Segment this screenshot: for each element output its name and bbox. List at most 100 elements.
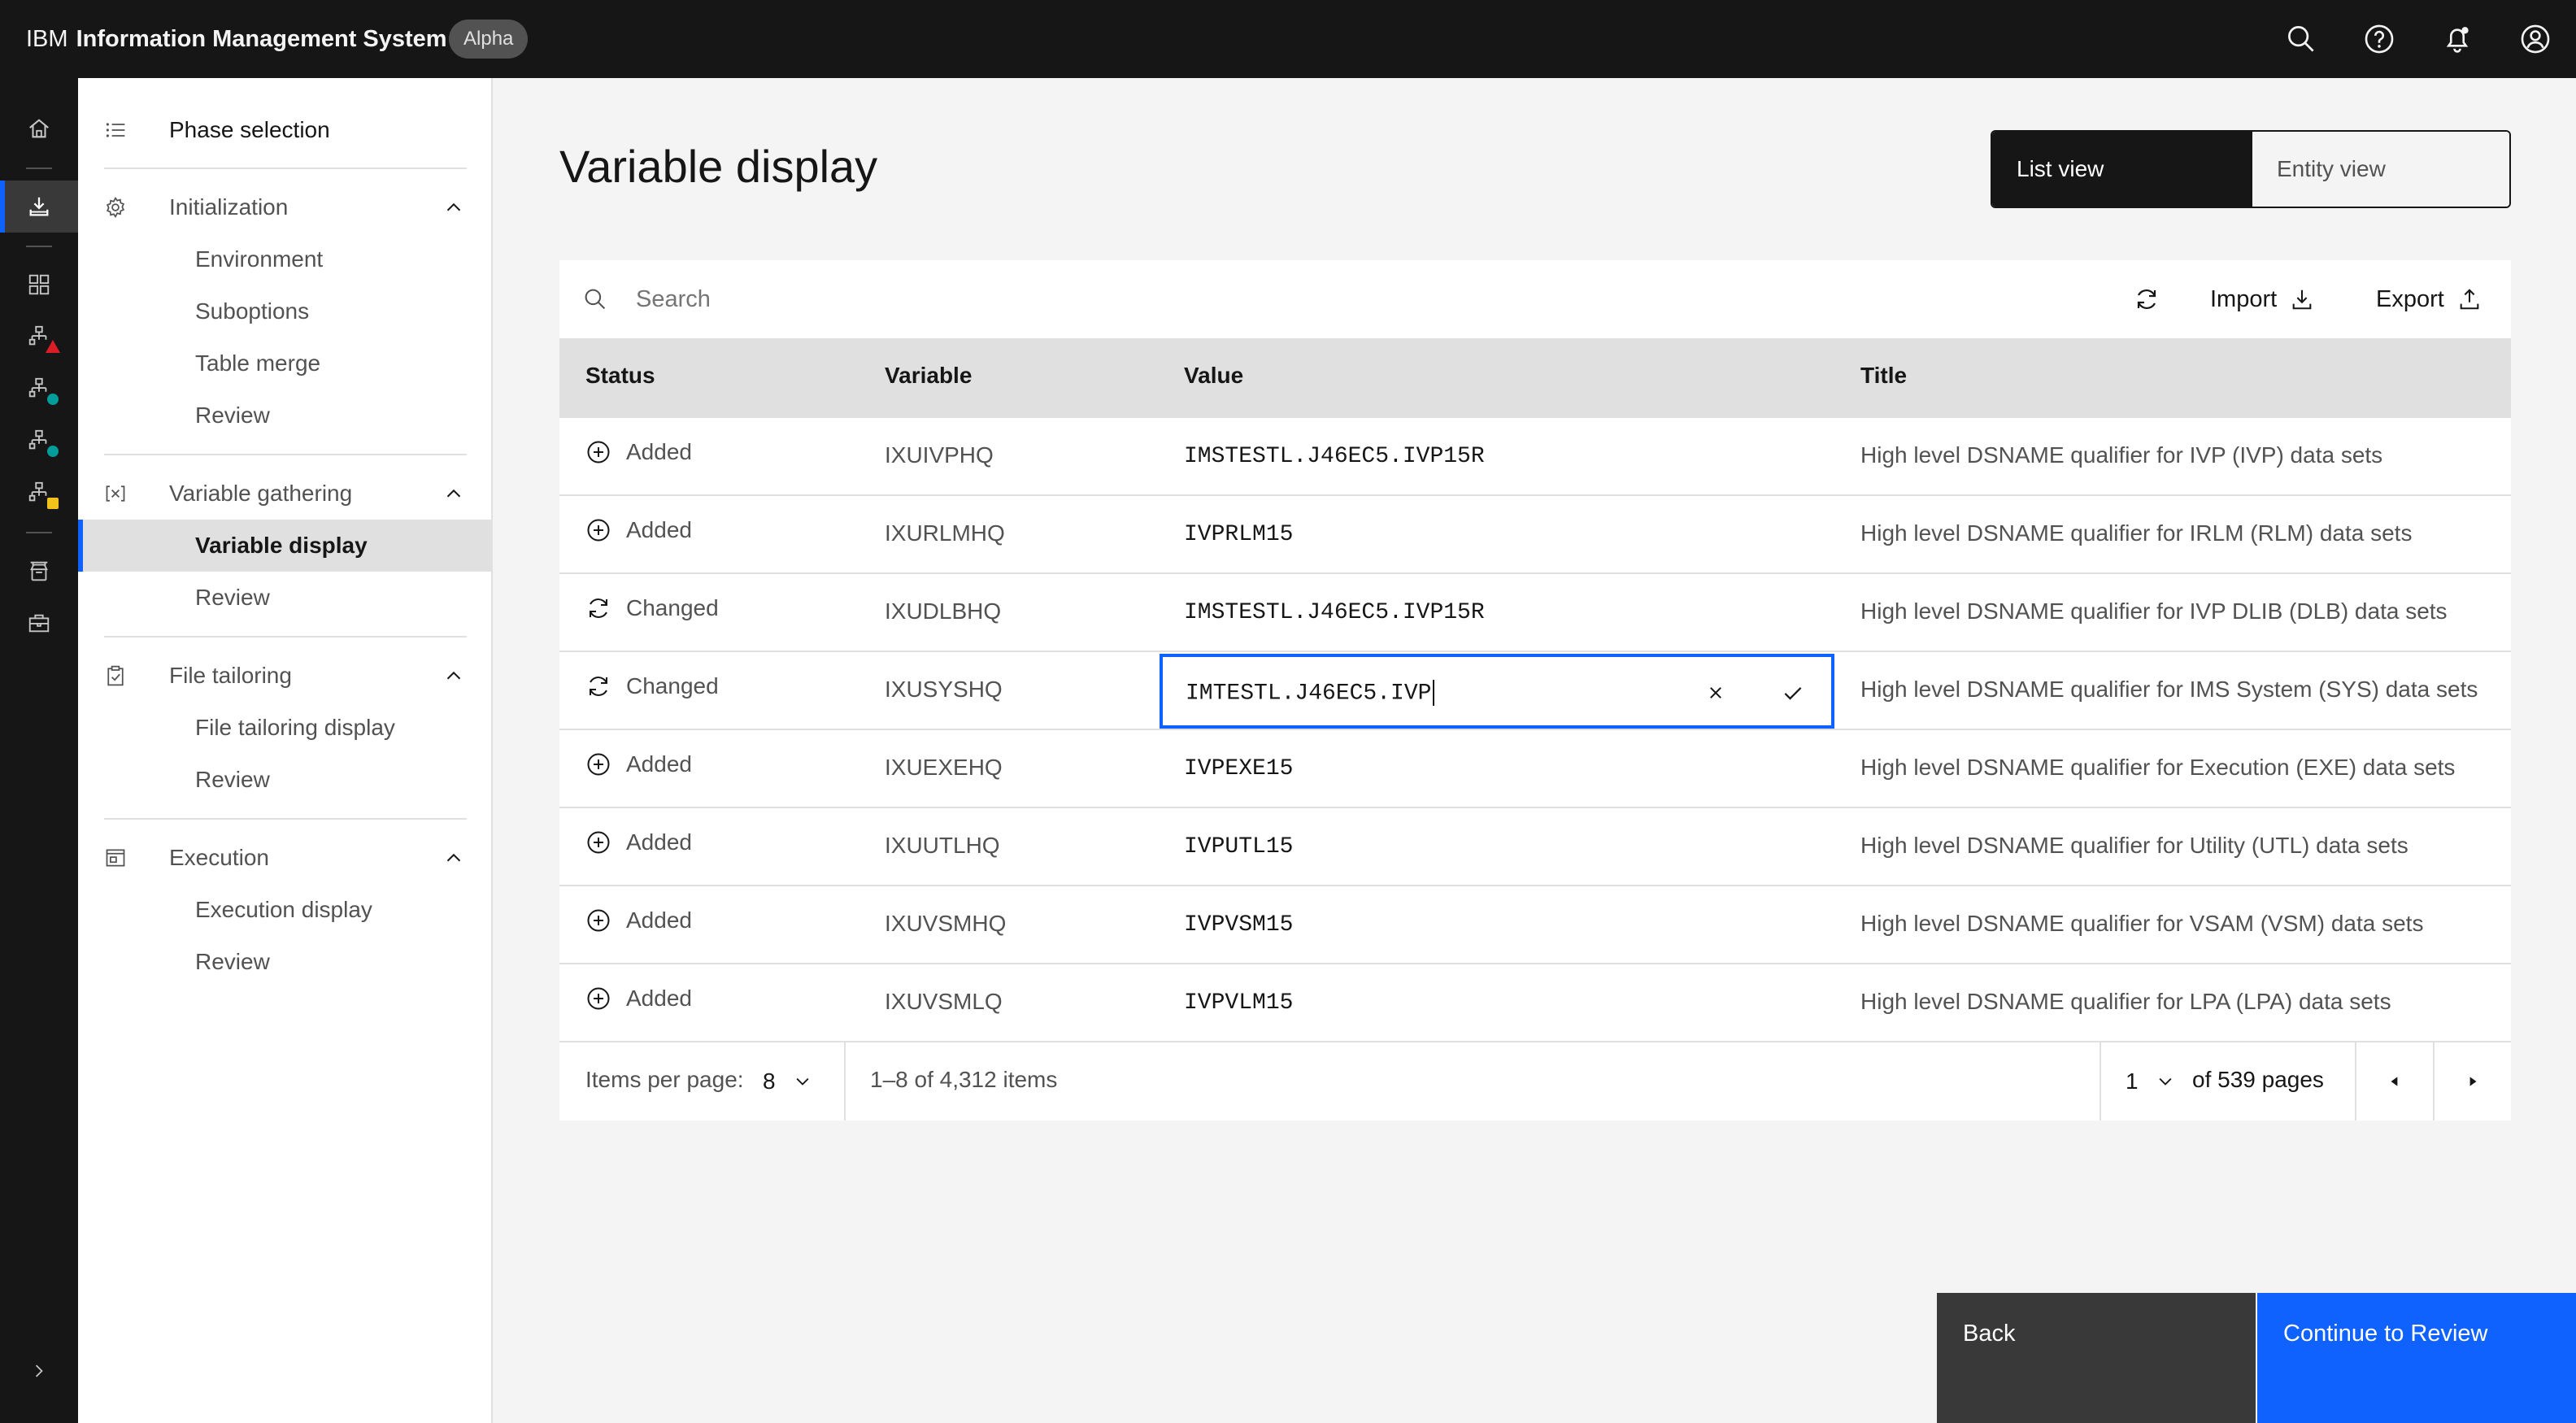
rail-divider [26,532,52,533]
table-toolbar: Import Export [559,260,2511,338]
cancel-edit-close-icon[interactable] [1699,677,1732,709]
table-row[interactable]: Added IXUIVPHQ IMSTESTL.J46EC5.IVP15R Hi… [559,418,2511,496]
items-per-page-select[interactable]: 8 [763,1042,812,1121]
list-icon [106,123,125,137]
table-search-input[interactable] [624,260,2088,338]
install-icon[interactable] [0,181,78,233]
section-variable-gathering[interactable]: Variable gathering [78,468,491,520]
export-button[interactable]: Export [2376,260,2482,338]
table-row[interactable]: Added IXUVSMHQ IVPVSM15 High level DSNAM… [559,886,2511,964]
column-header-value[interactable]: Value [1184,363,1243,389]
section-label: Variable gathering [169,481,353,506]
section-label: File tailoring [169,663,292,688]
variable-table: Import Export Status Variable Value Titl… [559,260,2511,1121]
import-button[interactable]: Import [2210,260,2314,338]
nav-item-variable-display[interactable]: Variable display [78,520,491,572]
nav-item-label: Execution display [195,897,372,922]
hierarchy-alert-icon[interactable] [0,311,78,363]
value-edit-input[interactable]: IMTESTL.J46EC5.IVP [1160,654,1834,729]
status-text: Added [626,439,692,464]
table-row-editing[interactable]: Changed IXUSYSHQ IMTESTL.J46EC5.IVP High… [559,652,2511,730]
building-icon[interactable] [0,545,78,597]
notification-icon[interactable] [2438,20,2477,59]
table-row[interactable]: Changed IXUDLBHQ IMSTESTL.J46EC5.IVP15R … [559,574,2511,652]
section-file-tailoring[interactable]: File tailoring [78,650,491,702]
download-icon [2292,289,2312,310]
column-header-variable[interactable]: Variable [885,363,972,389]
value-cell[interactable]: IVPEXE15 [1184,756,1293,781]
variable-icon [106,485,125,502]
nav-item-table-merge[interactable]: Table merge [78,337,491,389]
section-label: Execution [169,845,269,870]
user-avatar-icon[interactable] [2516,20,2555,59]
table-row[interactable]: Added IXURLMHQ IVPRLM15 High level DSNAM… [559,496,2511,574]
variable-cell: IXUIVPHQ [885,442,994,468]
items-per-page-value: 8 [763,1068,776,1094]
search-icon[interactable] [2282,20,2321,59]
table-row[interactable]: Added IXUUTLHQ IVPUTL15 High level DSNAM… [559,808,2511,886]
toolbox-icon[interactable] [0,597,78,649]
list-view-button[interactable]: List view [1992,132,2251,207]
nav-divider [104,168,467,169]
confirm-edit-checkmark-icon[interactable] [1777,677,1809,709]
column-header-status[interactable]: Status [585,363,655,389]
section-execution[interactable]: Execution [78,832,491,884]
value-edit-text-content: IMTESTL.J46EC5.IVP [1186,681,1432,707]
value-cell[interactable]: IMSTESTL.J46EC5.IVP15R [1184,600,1485,625]
nav-item-file-tailoring-display[interactable]: File tailoring display [78,702,491,754]
nav-item-init-review[interactable]: Review [78,389,491,442]
entity-view-button[interactable]: Entity view [2251,132,2509,207]
add-circle-icon [587,519,610,542]
nav-item-execution-display[interactable]: Execution display [78,884,491,936]
execution-icon [106,849,125,867]
status-text: Added [626,751,692,777]
next-page-button[interactable] [2435,1042,2511,1121]
nav-item-execution-review[interactable]: Review [78,936,491,988]
current-page: 1 [2126,1068,2139,1094]
hierarchy-teal-icon[interactable] [0,415,78,467]
previous-page-button[interactable] [2356,1042,2433,1121]
refresh-icon[interactable] [2130,283,2163,315]
page-count-text: of 539 pages [2192,1067,2324,1092]
phase-selection-link[interactable]: Phase selection [78,104,491,156]
nav-item-file-tailoring-review[interactable]: Review [78,754,491,806]
value-cell[interactable]: IVPVSM15 [1184,912,1293,938]
page-select[interactable]: 1 [2126,1042,2174,1121]
back-button[interactable]: Back [1937,1293,2256,1423]
value-edit-text[interactable]: IMTESTL.J46EC5.IVP [1186,680,1435,707]
status-cell: Added [585,907,692,933]
variable-cell: IXUVSMLQ [885,989,1003,1014]
add-circle-icon [587,441,610,463]
status-cell: Added [585,517,692,543]
value-cell[interactable]: IVPVLM15 [1184,990,1293,1016]
import-label: Import [2210,285,2278,312]
chevron-down-icon [796,1077,809,1086]
title-cell: High level DSNAME qualifier for IVP (IVP… [1860,442,2383,468]
value-cell[interactable]: IMSTESTL.J46EC5.IVP15R [1184,444,1485,469]
column-header-title[interactable]: Title [1860,363,1907,389]
nav-item-label: Variable display [195,533,368,558]
value-cell[interactable]: IVPUTL15 [1184,834,1293,859]
section-initialization[interactable]: Initialization [78,181,491,233]
home-icon[interactable] [0,102,78,154]
nav-item-variable-review[interactable]: Review [78,572,491,624]
top-header: IBM Information Management System Alpha [0,0,2576,78]
table-row[interactable]: Added IXUEXEHQ IVPEXE15 High level DSNAM… [559,730,2511,808]
expand-rail-icon[interactable] [0,1345,78,1397]
hierarchy-teal-icon[interactable] [0,363,78,415]
continue-to-review-button[interactable]: Continue to Review [2257,1293,2576,1423]
pager-divider [844,1042,846,1121]
value-cell[interactable]: IVPRLM15 [1184,522,1293,547]
hierarchy-warning-icon[interactable] [0,467,78,519]
catalog-icon[interactable] [0,259,78,311]
gear-icon [106,196,125,219]
rail-divider [26,246,52,247]
help-icon[interactable] [2360,20,2399,59]
nav-item-suboptions[interactable]: Suboptions [78,285,491,337]
upload-icon [2460,289,2479,310]
app-brand[interactable]: IBM Information Management System [26,0,447,78]
variable-cell: IXUEXEHQ [885,755,1003,780]
nav-divider [104,636,467,638]
nav-item-environment[interactable]: Environment [78,233,491,285]
table-row[interactable]: Added IXUVSMLQ IVPVLM15 High level DSNAM… [559,964,2511,1042]
